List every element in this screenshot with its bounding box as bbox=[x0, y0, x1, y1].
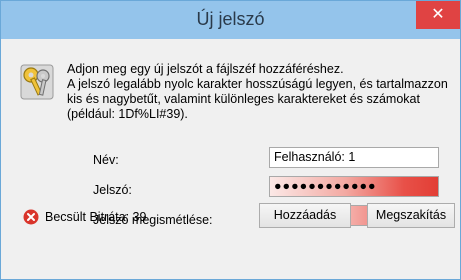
instruction-text: Adjon meg egy új jelszót a fájlszéf hozz… bbox=[67, 62, 448, 121]
close-icon: ✕ bbox=[431, 6, 445, 23]
bitrate-status: Becsült Bitráta: 39 bbox=[45, 210, 147, 224]
name-field[interactable]: Felhasználó: 1 bbox=[269, 147, 439, 168]
cancel-button[interactable]: Megszakítás bbox=[367, 203, 455, 228]
add-button[interactable]: Hozzáadás bbox=[259, 203, 351, 228]
password-label: Jelszó: bbox=[93, 183, 132, 197]
close-button[interactable]: ✕ bbox=[416, 1, 460, 29]
dialog-content: Adjon meg egy új jelszót a fájlszéf hozz… bbox=[1, 39, 460, 279]
password-field[interactable]: ●●●●●●●●●●●● bbox=[269, 176, 439, 197]
dialog-window: Új jelszó ✕ Adjon meg egy új jelszót a f… bbox=[0, 0, 461, 280]
title-bar: Új jelszó ✕ bbox=[1, 1, 460, 39]
name-label: Név: bbox=[93, 153, 119, 167]
window-title: Új jelszó bbox=[196, 9, 265, 29]
keys-icon bbox=[20, 64, 54, 100]
error-icon bbox=[23, 209, 39, 225]
